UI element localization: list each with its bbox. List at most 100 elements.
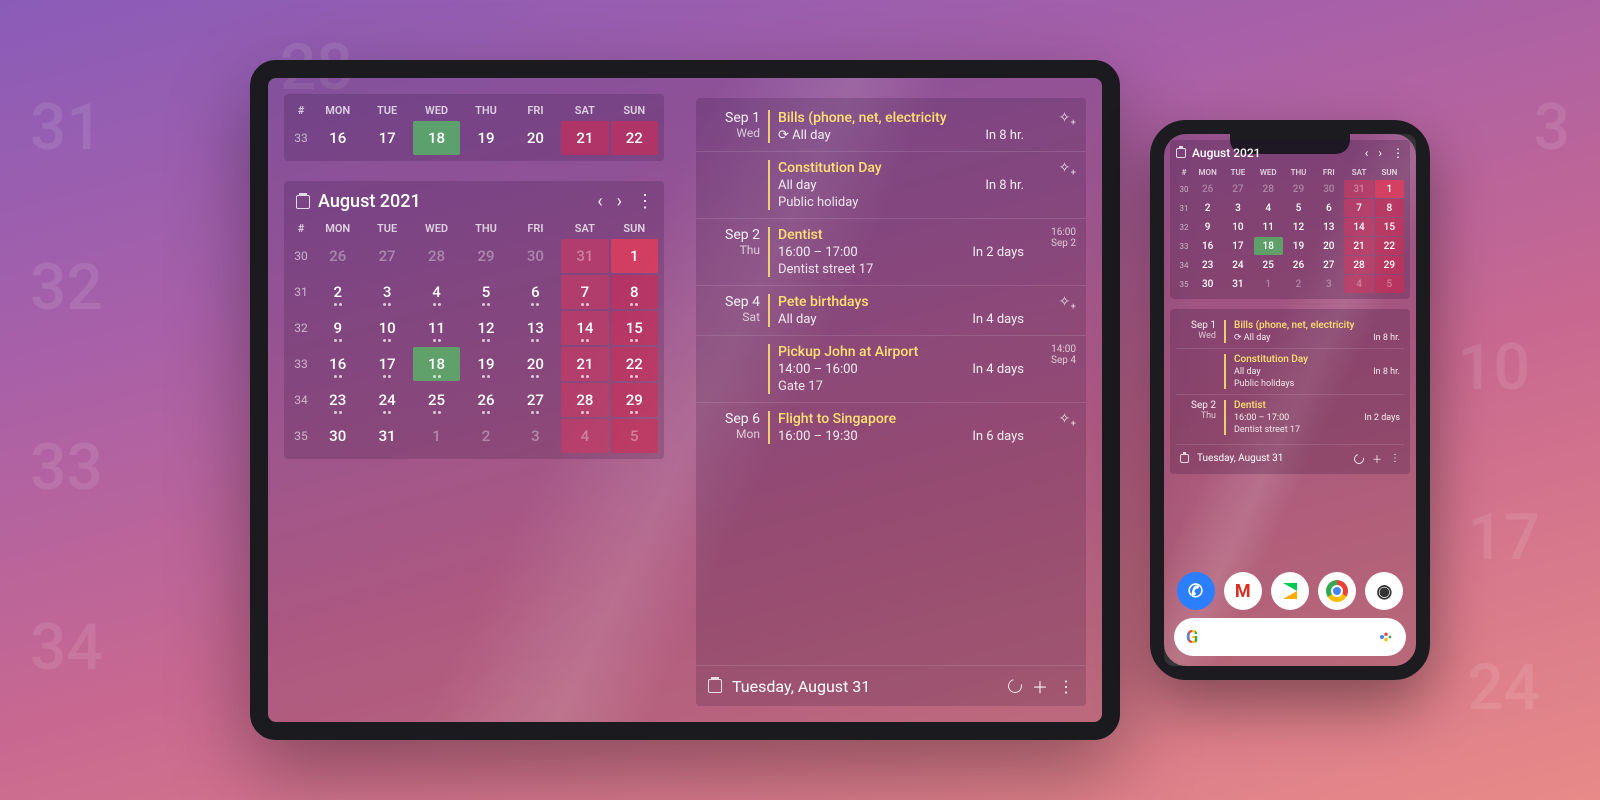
day-cell[interactable]: 13	[1314, 218, 1343, 236]
day-cell[interactable]: 3	[363, 275, 410, 309]
refresh-button[interactable]	[1005, 676, 1024, 695]
day-cell[interactable]: 22	[611, 347, 658, 381]
day-cell[interactable]: 26	[1284, 256, 1313, 274]
day-cell[interactable]: 28	[561, 383, 608, 417]
day-cell[interactable]: 27	[512, 383, 559, 417]
day-cell[interactable]: 9	[1193, 218, 1222, 236]
day-cell[interactable]: 8	[1375, 199, 1404, 217]
day-cell[interactable]: 20	[512, 121, 559, 155]
day-cell[interactable]: 10	[1223, 218, 1252, 236]
day-cell[interactable]: 19	[1284, 237, 1313, 255]
day-cell[interactable]: 5	[1284, 199, 1313, 217]
day-cell[interactable]: 4	[1344, 275, 1373, 293]
day-cell[interactable]: 7	[561, 275, 608, 309]
add-event-button[interactable]: ＋	[1372, 451, 1382, 466]
day-cell[interactable]: 7	[1344, 199, 1373, 217]
agenda-event[interactable]: Pickup John at Airport14:00 – 16:00In 4 …	[696, 335, 1086, 402]
day-cell[interactable]: 27	[1223, 180, 1252, 198]
day-cell[interactable]: 9	[314, 311, 361, 345]
day-cell[interactable]: 24	[1223, 256, 1252, 274]
day-cell[interactable]: 25	[413, 383, 460, 417]
day-cell[interactable]: 10	[363, 311, 410, 345]
assistant-icon[interactable]	[1378, 629, 1394, 645]
day-cell[interactable]: 22	[611, 121, 658, 155]
next-month-button[interactable]: ›	[1378, 146, 1382, 160]
day-cell[interactable]: 2	[314, 275, 361, 309]
day-cell[interactable]: 29	[462, 239, 509, 273]
day-cell[interactable]: 4	[1254, 199, 1283, 217]
day-cell[interactable]: 31	[363, 419, 410, 453]
day-cell[interactable]: 30	[512, 239, 559, 273]
day-cell[interactable]: 26	[314, 239, 361, 273]
refresh-button[interactable]	[1352, 452, 1366, 466]
day-cell[interactable]: 19	[462, 347, 509, 381]
add-event-button[interactable]: ＋	[1032, 674, 1048, 698]
day-cell[interactable]: 3	[512, 419, 559, 453]
camera-app-icon[interactable]: ◉	[1365, 572, 1403, 610]
day-cell[interactable]: 20	[512, 347, 559, 381]
chrome-app-icon[interactable]	[1318, 572, 1356, 610]
day-cell[interactable]: 21	[561, 347, 608, 381]
day-cell[interactable]: 5	[611, 419, 658, 453]
day-cell[interactable]: 3	[1314, 275, 1343, 293]
day-cell[interactable]: 27	[363, 239, 410, 273]
day-cell[interactable]: 21	[1344, 237, 1373, 255]
agenda-event[interactable]: Sep 1WedBills (phone, net, electricity⟳ …	[696, 102, 1086, 151]
day-cell[interactable]: 14	[561, 311, 608, 345]
day-cell[interactable]: 4	[413, 275, 460, 309]
day-cell[interactable]: 28	[1344, 256, 1373, 274]
day-cell[interactable]: 28	[413, 239, 460, 273]
day-cell[interactable]: 28	[1254, 180, 1283, 198]
day-cell[interactable]: 23	[314, 383, 361, 417]
day-cell[interactable]: 22	[1375, 237, 1404, 255]
day-cell[interactable]: 1	[413, 419, 460, 453]
google-search-bar[interactable]: G	[1174, 618, 1406, 656]
day-cell[interactable]: 15	[1375, 218, 1404, 236]
agenda-event[interactable]: Constitution DayAll dayIn 8 hr.Public ho…	[696, 151, 1086, 218]
day-cell[interactable]: 24	[363, 383, 410, 417]
agenda-event[interactable]: Constitution DayAll dayIn 8 hr.Public ho…	[1176, 348, 1404, 394]
widget-menu-button[interactable]: ⋮	[1392, 146, 1404, 160]
day-cell[interactable]: 17	[363, 121, 410, 155]
day-cell[interactable]: 23	[1193, 256, 1222, 274]
day-cell[interactable]: 4	[561, 419, 608, 453]
next-month-button[interactable]: ›	[617, 191, 622, 212]
day-cell[interactable]: 6	[1314, 199, 1343, 217]
day-cell[interactable]: 16	[314, 121, 361, 155]
day-cell[interactable]: 20	[1314, 237, 1343, 255]
day-cell[interactable]: 19	[462, 121, 509, 155]
day-cell[interactable]: 13	[512, 311, 559, 345]
day-cell[interactable]: 14	[1344, 218, 1373, 236]
day-cell[interactable]: 11	[1254, 218, 1283, 236]
day-cell[interactable]: 1	[1375, 180, 1404, 198]
day-cell[interactable]: 26	[1193, 180, 1222, 198]
day-cell[interactable]: 31	[1223, 275, 1252, 293]
day-cell[interactable]: 29	[1375, 256, 1404, 274]
day-cell[interactable]: 1	[611, 239, 658, 273]
day-cell[interactable]: 2	[1284, 275, 1313, 293]
agenda-event[interactable]: Sep 4SatPete birthdaysAll dayIn 4 days✧₊	[696, 285, 1086, 335]
agenda-event[interactable]: Sep 2ThuDentist16:00 – 17:00In 2 daysDen…	[1176, 394, 1404, 440]
agenda-menu-button[interactable]: ⋮	[1390, 453, 1400, 464]
day-cell[interactable]: 31	[1344, 180, 1373, 198]
day-cell[interactable]: 11	[413, 311, 460, 345]
agenda-event[interactable]: Sep 1WedBills (phone, net, electricity⟳ …	[1176, 315, 1404, 348]
agenda-event[interactable]: Sep 2ThuDentist16:00 – 17:00In 2 daysDen…	[696, 218, 1086, 285]
day-cell[interactable]: 30	[314, 419, 361, 453]
day-cell[interactable]: 12	[1284, 218, 1313, 236]
day-cell[interactable]: 3	[1223, 199, 1252, 217]
agenda-event[interactable]: Sep 6MonFlight to Singapore16:00 – 19:30…	[696, 402, 1086, 452]
day-cell[interactable]: 29	[611, 383, 658, 417]
day-cell[interactable]: 5	[462, 275, 509, 309]
gmail-app-icon[interactable]: M	[1224, 572, 1262, 610]
widget-menu-button[interactable]: ⋮	[636, 191, 652, 212]
day-cell[interactable]: 29	[1284, 180, 1313, 198]
day-cell[interactable]: 6	[512, 275, 559, 309]
day-cell[interactable]: 16	[1193, 237, 1222, 255]
day-cell[interactable]: 15	[611, 311, 658, 345]
day-cell[interactable]: 21	[561, 121, 608, 155]
day-cell[interactable]: 12	[462, 311, 509, 345]
prev-month-button[interactable]: ‹	[597, 191, 602, 212]
prev-month-button[interactable]: ‹	[1365, 146, 1369, 160]
day-cell[interactable]: 17	[1223, 237, 1252, 255]
